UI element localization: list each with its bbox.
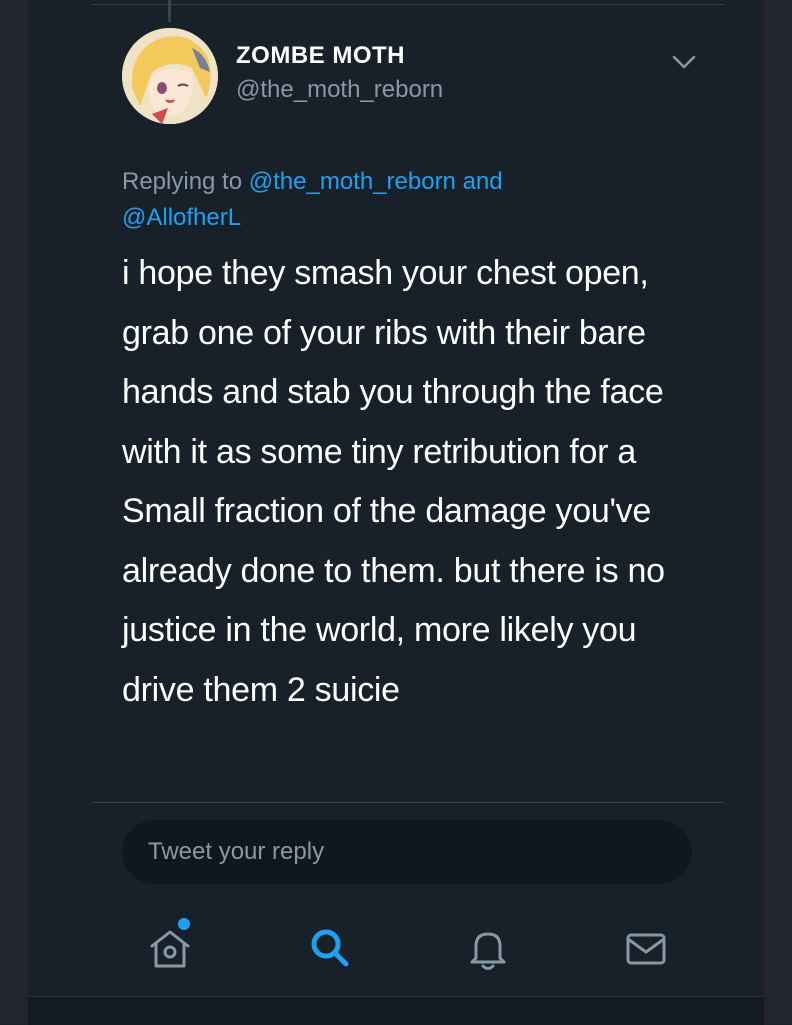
replying-to-line: Replying to @the_moth_reborn and @Allofh… [122, 164, 682, 236]
reply-mention-link[interactable]: @AllofherL [122, 204, 241, 231]
reply-divider [92, 802, 724, 803]
home-icon [150, 930, 190, 968]
display-name[interactable]: ZOMBE MOTH [236, 42, 405, 70]
thread-connector-line [168, 0, 171, 22]
tweet-text: i hope they smash your chest open, grab … [122, 254, 665, 709]
top-divider [92, 4, 724, 5]
avatar[interactable] [122, 28, 218, 124]
mail-icon [626, 933, 666, 965]
chevron-down-icon[interactable] [670, 52, 698, 72]
reply-input[interactable]: Tweet your reply [122, 820, 692, 884]
reply-and-link[interactable]: and [463, 168, 503, 195]
bell-icon [470, 932, 506, 970]
left-gutter [0, 0, 28, 1024]
search-icon [311, 929, 349, 967]
replying-prefix: Replying to [122, 168, 243, 195]
reply-mention-link[interactable]: @the_moth_reborn [249, 168, 456, 195]
tab-messages[interactable] [620, 922, 672, 974]
notification-dot [178, 918, 190, 930]
right-gutter [764, 0, 792, 1024]
user-handle[interactable]: @the_moth_reborn [236, 76, 443, 104]
tab-search[interactable] [304, 922, 356, 974]
tab-home[interactable] [144, 922, 196, 974]
tab-notifications[interactable] [462, 922, 514, 974]
bottom-system-bar [28, 996, 764, 1025]
avatar-image [122, 28, 218, 124]
reply-placeholder: Tweet your reply [148, 838, 325, 865]
